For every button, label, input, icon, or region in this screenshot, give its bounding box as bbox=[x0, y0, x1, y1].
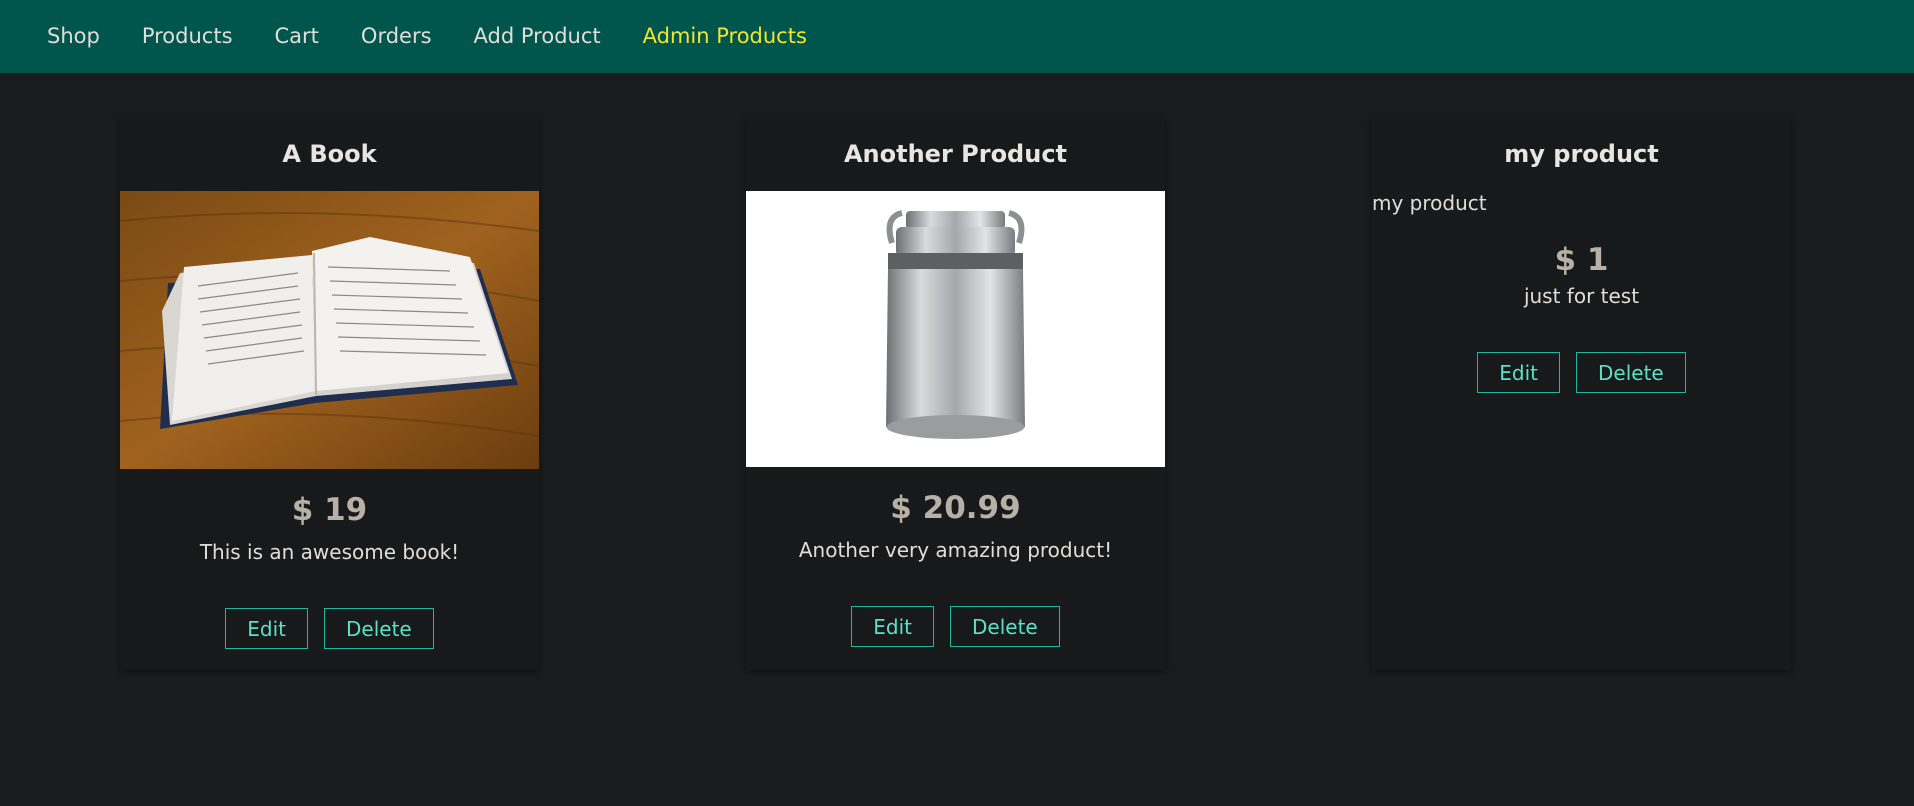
product-price: $ 1 bbox=[1554, 242, 1609, 278]
nav-item-shop[interactable]: Shop bbox=[47, 26, 100, 47]
product-description: This is an awesome book! bbox=[199, 540, 460, 564]
product-card: A Book $ 19 This is an awesome book! Edi… bbox=[120, 116, 539, 670]
delete-button[interactable]: Delete bbox=[1576, 352, 1686, 393]
product-image bbox=[746, 191, 1165, 467]
product-price: $ 20.99 bbox=[890, 490, 1021, 526]
delete-button[interactable]: Delete bbox=[324, 608, 434, 649]
nav-item-cart[interactable]: Cart bbox=[275, 26, 319, 47]
product-actions: Edit Delete bbox=[746, 606, 1165, 647]
product-actions: Edit Delete bbox=[1372, 352, 1791, 393]
product-card: Another Product $ 20.99 Another very ama… bbox=[746, 116, 1165, 670]
milk-can-image bbox=[746, 191, 1165, 467]
nav-item-add-product[interactable]: Add Product bbox=[474, 26, 601, 47]
edit-button[interactable]: Edit bbox=[225, 608, 308, 649]
product-card: my product my product $ 1 just for test … bbox=[1372, 116, 1791, 670]
product-description: just for test bbox=[1523, 284, 1640, 308]
nav-item-admin-products[interactable]: Admin Products bbox=[643, 26, 807, 47]
top-nav-bar: Shop Products Cart Orders Add Product Ad… bbox=[0, 0, 1914, 73]
product-actions: Edit Delete bbox=[120, 608, 539, 649]
edit-button[interactable]: Edit bbox=[1477, 352, 1560, 393]
product-description: Another very amazing product! bbox=[798, 538, 1113, 562]
product-title: A Book bbox=[282, 140, 377, 168]
open-book-image bbox=[120, 191, 539, 469]
product-title: my product bbox=[1504, 140, 1659, 168]
edit-button[interactable]: Edit bbox=[851, 606, 934, 647]
product-title: Another Product bbox=[843, 140, 1068, 168]
product-image-alt-text: my product bbox=[1372, 191, 1487, 215]
main-nav: Shop Products Cart Orders Add Product Ad… bbox=[47, 26, 849, 47]
product-image bbox=[120, 191, 539, 469]
nav-item-orders[interactable]: Orders bbox=[361, 26, 432, 47]
product-price: $ 19 bbox=[291, 492, 368, 528]
delete-button[interactable]: Delete bbox=[950, 606, 1060, 647]
nav-item-products[interactable]: Products bbox=[142, 26, 233, 47]
